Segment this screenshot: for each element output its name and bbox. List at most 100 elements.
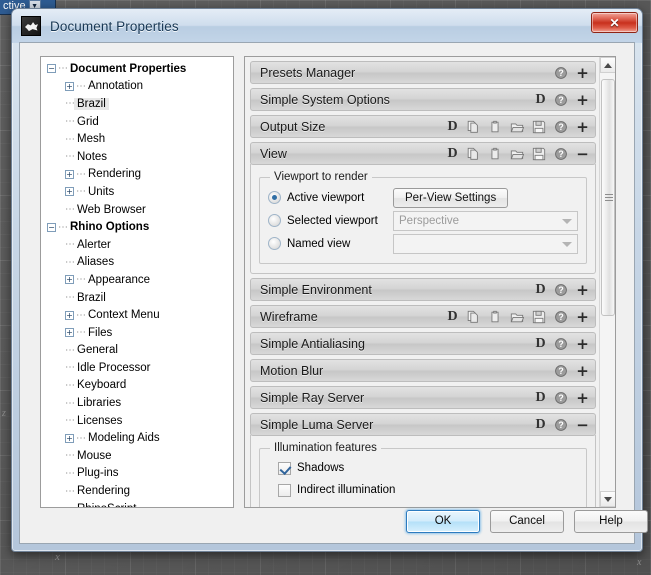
tree-item[interactable]: ⋯ Mouse (41, 447, 233, 465)
checkbox-shadows[interactable] (278, 461, 291, 475)
radio-selected-viewport[interactable] (268, 214, 281, 227)
section-header[interactable]: Simple System Options D? + (250, 88, 596, 111)
tree-item[interactable]: ⋯ Plug-ins (41, 465, 233, 483)
tree-item[interactable]: ⋯ Rendering (41, 482, 233, 500)
section-header[interactable]: Motion Blur? + (250, 359, 596, 382)
scroll-down-icon[interactable] (600, 491, 615, 507)
tree-item[interactable]: + ⋯ Context Menu (41, 306, 233, 324)
close-button[interactable]: ✕ (591, 12, 638, 33)
expand-icon[interactable]: + (65, 275, 74, 285)
tree-item[interactable]: ⋯ General (41, 342, 233, 360)
section-header[interactable]: View D? − (250, 142, 596, 165)
tree-item[interactable]: + ⋯ Rendering (41, 166, 233, 184)
cancel-button[interactable]: Cancel (490, 510, 564, 533)
vertical-scrollbar[interactable] (599, 57, 615, 507)
tree-item[interactable]: + ⋯ Modeling Aids (41, 429, 233, 447)
save-icon[interactable] (532, 147, 546, 161)
help-icon[interactable]: ? (554, 283, 568, 297)
expand-icon[interactable]: + (65, 169, 74, 179)
paste-icon[interactable] (488, 120, 502, 134)
section-header[interactable]: Simple Ray Server D? + (250, 386, 596, 409)
expand-icon[interactable]: + (65, 187, 74, 197)
help-button[interactable]: Help (574, 510, 648, 533)
help-icon[interactable]: ? (554, 120, 568, 134)
tree-item[interactable]: + ⋯ Appearance (41, 271, 233, 289)
tree-item[interactable]: + ⋯ Annotation (41, 78, 233, 96)
tree-item[interactable]: ⋯ Brazil (41, 95, 233, 113)
help-icon[interactable]: ? (554, 93, 568, 107)
expand-icon[interactable]: + (576, 363, 589, 378)
radio-active-viewport[interactable] (268, 191, 281, 204)
default-icon[interactable]: D (447, 119, 458, 134)
tree-item[interactable]: ⋯ Keyboard (41, 377, 233, 395)
named-view-combo[interactable] (393, 233, 578, 254)
default-icon[interactable]: D (535, 282, 546, 297)
expand-icon[interactable]: + (576, 282, 589, 297)
settings-tree[interactable]: − ⋯ Document Properties + ⋯ Annotation ⋯ Brazil… (40, 56, 234, 508)
tree-item[interactable]: ⋯ Idle Processor (41, 359, 233, 377)
title-bar[interactable]: Document Properties ✕ (12, 9, 642, 43)
expand-icon[interactable]: + (576, 92, 589, 107)
selected-viewport-combo[interactable]: Perspective (393, 210, 578, 231)
tree-item[interactable]: ⋯ Aliases (41, 254, 233, 272)
help-icon[interactable]: ? (554, 66, 568, 80)
copy-icon[interactable] (466, 310, 480, 324)
tree-item[interactable]: ⋯ Notes (41, 148, 233, 166)
tree-item[interactable]: ⋯ Web Browser (41, 201, 233, 219)
tree-item[interactable]: ⋯ Licenses (41, 412, 233, 430)
default-icon[interactable]: D (535, 336, 546, 351)
expand-icon[interactable]: + (576, 390, 589, 405)
collapse-icon[interactable]: − (47, 64, 56, 74)
per-view-settings-button[interactable]: Per-View Settings (393, 187, 509, 208)
default-icon[interactable]: D (447, 146, 458, 161)
paste-icon[interactable] (488, 147, 502, 161)
help-icon[interactable]: ? (554, 337, 568, 351)
ok-button[interactable]: OK (406, 510, 480, 533)
default-icon[interactable]: D (447, 309, 458, 324)
help-icon[interactable]: ? (554, 310, 568, 324)
save-icon[interactable] (532, 310, 546, 324)
section-header[interactable]: Presets Manager? + (250, 61, 596, 84)
section-header[interactable]: Output Size D? + (250, 115, 596, 138)
tree-item[interactable]: − ⋯ Document Properties (41, 60, 233, 78)
section-header[interactable]: Simple Luma Server D? − (250, 413, 596, 436)
expand-icon[interactable]: + (65, 328, 74, 338)
tree-item[interactable]: ⋯ Alerter (41, 236, 233, 254)
collapse-icon[interactable]: − (47, 222, 56, 232)
chevron-down-icon[interactable] (562, 241, 572, 247)
expand-icon[interactable]: + (65, 81, 74, 91)
tree-item[interactable]: ⋯ Brazil (41, 289, 233, 307)
expand-icon[interactable]: + (576, 309, 589, 324)
collapse-icon[interactable]: − (576, 417, 589, 432)
default-icon[interactable]: D (535, 92, 546, 107)
expand-icon[interactable]: + (576, 65, 589, 80)
paste-icon[interactable] (488, 310, 502, 324)
copy-icon[interactable] (466, 120, 480, 134)
help-icon[interactable]: ? (554, 418, 568, 432)
section-header[interactable]: Simple Antialiasing D? + (250, 332, 596, 355)
expand-icon[interactable]: + (65, 433, 74, 443)
checkbox-indirect-illumination[interactable] (278, 483, 291, 497)
tree-item[interactable]: ⋯ Mesh (41, 130, 233, 148)
expand-icon[interactable]: + (576, 336, 589, 351)
open-folder-icon[interactable] (510, 310, 525, 324)
default-icon[interactable]: D (535, 390, 546, 405)
tree-item[interactable]: ⋯ Grid (41, 113, 233, 131)
tree-item[interactable]: + ⋯ Units (41, 183, 233, 201)
scrollbar-thumb[interactable] (601, 79, 615, 316)
collapse-icon[interactable]: − (576, 146, 589, 161)
save-icon[interactable] (532, 120, 546, 134)
radio-named-view[interactable] (268, 237, 281, 250)
copy-icon[interactable] (466, 147, 480, 161)
chevron-down-icon[interactable] (562, 218, 572, 224)
open-folder-icon[interactable] (510, 147, 525, 161)
open-folder-icon[interactable] (510, 120, 525, 134)
section-header[interactable]: Wireframe D? + (250, 305, 596, 328)
tree-item[interactable]: + ⋯ Files (41, 324, 233, 342)
help-icon[interactable]: ? (554, 391, 568, 405)
expand-icon[interactable]: + (576, 119, 589, 134)
tree-item[interactable]: ⋯ Libraries (41, 394, 233, 412)
expand-icon[interactable]: + (65, 310, 74, 320)
help-icon[interactable]: ? (554, 147, 568, 161)
tree-item[interactable]: − ⋯ Rhino Options (41, 218, 233, 236)
